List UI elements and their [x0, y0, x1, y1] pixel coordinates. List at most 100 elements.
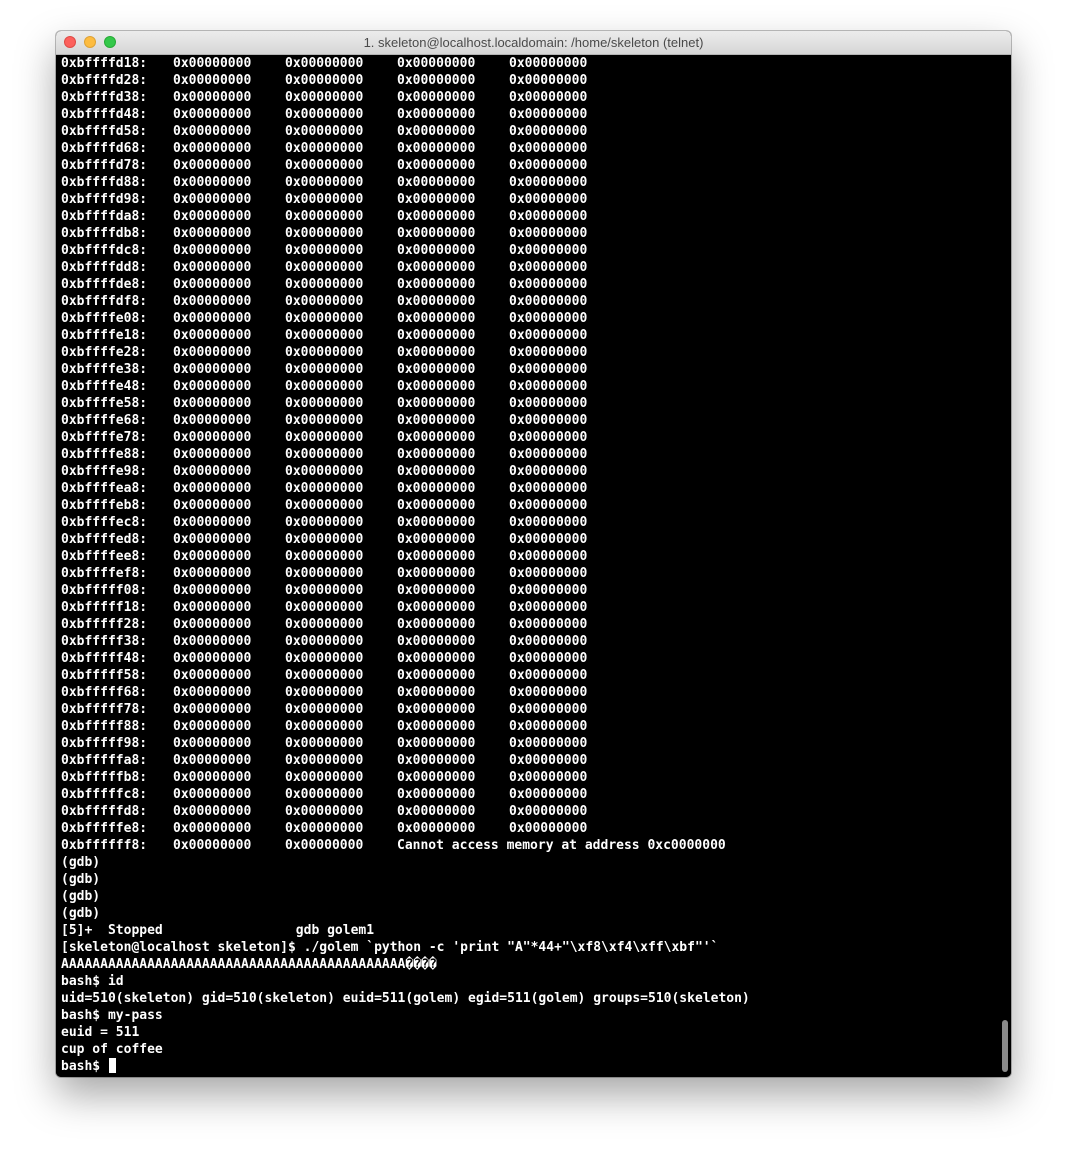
memory-address: 0xbfffffe8: [61, 821, 148, 836]
output-line: (gdb) [61, 906, 101, 921]
memory-value: 0x00000000 [285, 498, 364, 513]
memory-value: 0x00000000 [509, 107, 588, 122]
memory-value: 0x00000000 [509, 209, 588, 224]
memory-value: 0x00000000 [285, 736, 364, 751]
memory-value: 0x00000000 [509, 498, 588, 513]
memory-value: 0x00000000 [509, 277, 588, 292]
memory-value: 0x00000000 [509, 515, 588, 530]
memory-value: 0x00000000 [173, 107, 252, 122]
memory-value: 0x00000000 [173, 634, 252, 649]
memory-address: 0xbffffe38: [61, 362, 148, 377]
memory-value: 0x00000000 [397, 702, 476, 717]
memory-value: 0x00000000 [397, 107, 476, 122]
memory-value: 0x00000000 [397, 464, 476, 479]
memory-value: 0x00000000 [509, 226, 588, 241]
memory-value: 0x00000000 [397, 447, 476, 462]
shell-prompt: bash$ [61, 1059, 108, 1074]
memory-value: 0x00000000 [285, 107, 364, 122]
memory-value: 0x00000000 [397, 668, 476, 683]
memory-value: 0x00000000 [285, 838, 364, 853]
memory-address: 0xbfffff98: [61, 736, 148, 751]
memory-value: 0x00000000 [173, 294, 252, 309]
memory-value: 0x00000000 [173, 838, 252, 853]
memory-value: 0x00000000 [173, 447, 252, 462]
memory-value: 0x00000000 [285, 175, 364, 190]
memory-value: 0x00000000 [285, 226, 364, 241]
memory-value: 0x00000000 [285, 362, 364, 377]
memory-address: 0xbffffde8: [61, 277, 148, 292]
memory-value: 0x00000000 [285, 328, 364, 343]
output-line: [5]+ Stopped gdb golem1 [61, 923, 375, 938]
memory-value: 0x00000000 [285, 532, 364, 547]
memory-value: 0x00000000 [509, 634, 588, 649]
window-title: 1. skeleton@localhost.localdomain: /home… [363, 35, 704, 50]
memory-value: 0x00000000 [285, 413, 364, 428]
output-line: AAAAAAAAAAAAAAAAAAAAAAAAAAAAAAAAAAAAAAAA… [61, 957, 437, 972]
memory-value: 0x00000000 [397, 685, 476, 700]
memory-value: 0x00000000 [285, 311, 364, 326]
memory-address: 0xbfffff28: [61, 617, 148, 632]
memory-value: 0x00000000 [397, 345, 476, 360]
memory-value: 0x00000000 [509, 379, 588, 394]
memory-value: 0x00000000 [285, 719, 364, 734]
memory-address: 0xbffffdf8: [61, 294, 148, 309]
prompt-line[interactable]: bash$ [61, 1058, 750, 1075]
memory-value: 0x00000000 [397, 362, 476, 377]
memory-value: 0x00000000 [397, 124, 476, 139]
memory-value: 0x00000000 [173, 141, 252, 156]
memory-value: 0x00000000 [397, 192, 476, 207]
memory-address: 0xbffffe58: [61, 396, 148, 411]
memory-address: 0xbffffeb8: [61, 498, 148, 513]
memory-value: 0x00000000 [285, 549, 364, 564]
memory-value: 0x00000000 [173, 821, 252, 836]
terminal-output[interactable]: 0xbffffd18: 0x00000000 0x00000000 0x0000000… [56, 55, 1011, 1077]
memory-value: 0x00000000 [173, 175, 252, 190]
scroll-thumb[interactable] [1002, 1020, 1008, 1072]
memory-value: 0x00000000 [397, 328, 476, 343]
scrollbar[interactable] [999, 55, 1011, 1077]
memory-error-message: Cannot access memory at address 0xc00000… [397, 838, 726, 853]
text-cursor [108, 1058, 116, 1073]
memory-value: 0x00000000 [285, 124, 364, 139]
memory-value: 0x00000000 [285, 617, 364, 632]
memory-address: 0xbffffd38: [61, 90, 148, 105]
memory-value: 0x00000000 [285, 804, 364, 819]
memory-value: 0x00000000 [397, 209, 476, 224]
memory-value: 0x00000000 [173, 787, 252, 802]
memory-value: 0x00000000 [509, 345, 588, 360]
memory-value: 0x00000000 [285, 277, 364, 292]
memory-value: 0x00000000 [285, 566, 364, 581]
memory-address: 0xbffffd48: [61, 107, 148, 122]
memory-value: 0x00000000 [285, 464, 364, 479]
memory-value: 0x00000000 [173, 736, 252, 751]
memory-value: 0x00000000 [285, 600, 364, 615]
memory-value: 0x00000000 [509, 447, 588, 462]
memory-address: 0xbfffff78: [61, 702, 148, 717]
memory-value: 0x00000000 [173, 345, 252, 360]
memory-value: 0x00000000 [173, 532, 252, 547]
memory-address: 0xbffffe18: [61, 328, 148, 343]
memory-value: 0x00000000 [397, 413, 476, 428]
memory-address: 0xbfffffc8: [61, 787, 148, 802]
memory-value: 0x00000000 [509, 719, 588, 734]
memory-value: 0x00000000 [509, 753, 588, 768]
memory-address: 0xbffffe08: [61, 311, 148, 326]
memory-value: 0x00000000 [397, 736, 476, 751]
memory-value: 0x00000000 [173, 668, 252, 683]
session-output: (gdb) (gdb) (gdb) (gdb) [5]+ Stopped gdb gol… [61, 854, 750, 1075]
output-line: [skeleton@localhost skeleton]$ ./golem `… [61, 940, 719, 955]
memory-value: 0x00000000 [509, 583, 588, 598]
memory-address: 0xbffffdb8: [61, 226, 148, 241]
memory-value: 0x00000000 [509, 124, 588, 139]
memory-value: 0x00000000 [173, 702, 252, 717]
memory-address: 0xbffffe78: [61, 430, 148, 445]
memory-value: 0x00000000 [509, 617, 588, 632]
memory-value: 0x00000000 [509, 787, 588, 802]
memory-value: 0x00000000 [397, 753, 476, 768]
title-bar[interactable]: 1. skeleton@localhost.localdomain: /home… [56, 31, 1011, 55]
memory-value: 0x00000000 [397, 396, 476, 411]
memory-value: 0x00000000 [397, 243, 476, 258]
memory-value: 0x00000000 [397, 294, 476, 309]
memory-value: 0x00000000 [285, 243, 364, 258]
memory-address: 0xbffffef8: [61, 566, 148, 581]
